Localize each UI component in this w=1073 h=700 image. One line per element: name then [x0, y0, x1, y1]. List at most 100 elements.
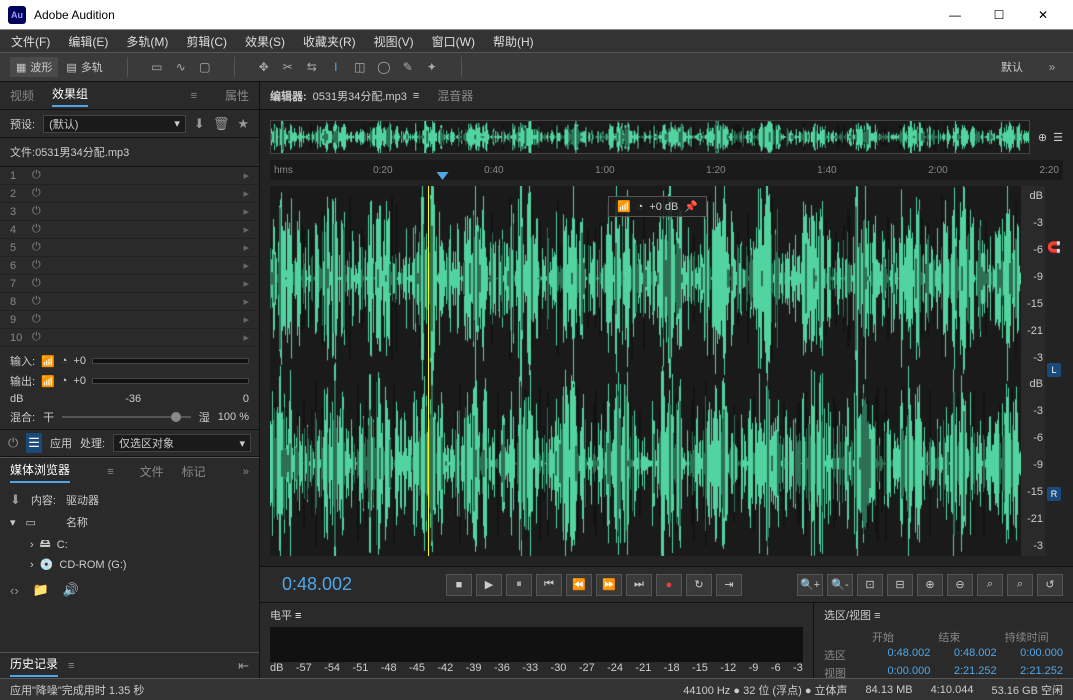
maximize-button[interactable]: ☐: [977, 1, 1021, 29]
channel-r[interactable]: R: [1047, 487, 1061, 501]
power-icon[interactable]: ⏻: [32, 205, 41, 218]
power-icon[interactable]: ⏻: [32, 313, 41, 326]
go-end-button[interactable]: ⏭: [626, 574, 652, 596]
waveform-view-button[interactable]: ▦波形: [10, 57, 58, 77]
menu-edit[interactable]: 编辑(E): [61, 31, 115, 52]
folder-icon[interactable]: 📁: [33, 582, 49, 598]
history-menu-icon[interactable]: ≡: [68, 660, 74, 672]
tab-history[interactable]: 历史记录: [10, 655, 58, 677]
pin-icon[interactable]: 📌: [684, 200, 698, 213]
marquee-tool[interactable]: ◫: [349, 57, 371, 77]
waveform-editor[interactable]: 📶 ◔ +0 dB 📌: [270, 186, 1021, 556]
editor-menu-icon[interactable]: ≡: [413, 90, 419, 102]
sel-dur[interactable]: 0:00.000: [1005, 647, 1063, 663]
zoom-sel-in[interactable]: ⌕: [977, 574, 1003, 596]
expand-icon[interactable]: »: [243, 466, 249, 478]
zoom-list-icon[interactable]: ☰: [1053, 131, 1063, 144]
nav-back-icon[interactable]: ‹›: [10, 583, 19, 598]
tab-editor[interactable]: 编辑器:0531男34分配.mp3≡: [270, 88, 419, 104]
fx-slot[interactable]: 4⏻▸: [0, 221, 259, 239]
overview-waveform[interactable]: [270, 120, 1030, 154]
power-icon[interactable]: ⏻: [32, 241, 41, 254]
fx-slot[interactable]: 1⏻▸: [0, 167, 259, 185]
snap-icon[interactable]: 🧲: [1047, 241, 1061, 254]
fxgroup-menu-icon[interactable]: ≡: [191, 90, 197, 102]
stop-button[interactable]: ■: [446, 574, 472, 596]
tab-files[interactable]: 文件: [140, 463, 164, 480]
tab-media-browser[interactable]: 媒体浏览器: [10, 461, 70, 483]
fx-slot[interactable]: 6⏻▸: [0, 257, 259, 275]
zoom-out-h[interactable]: 🔍-: [827, 574, 853, 596]
brush-tool[interactable]: ✎: [397, 57, 419, 77]
zoom-full[interactable]: ⊡: [857, 574, 883, 596]
lasso-tool[interactable]: ◯: [373, 57, 395, 77]
move-tool[interactable]: ✥: [253, 57, 275, 77]
menu-window[interactable]: 窗口(W): [425, 31, 482, 52]
fx-slot[interactable]: 7⏻▸: [0, 275, 259, 293]
sel-end[interactable]: 0:48.002: [938, 647, 996, 663]
save-preset-icon[interactable]: ⬇: [194, 116, 205, 132]
fx-slot[interactable]: 5⏻▸: [0, 239, 259, 257]
zoom-sel-out[interactable]: ⌕: [1007, 574, 1033, 596]
razor-tool[interactable]: ✂: [277, 57, 299, 77]
play-button[interactable]: ▶: [476, 574, 502, 596]
loop-button[interactable]: ↻: [686, 574, 712, 596]
fx-slot[interactable]: 2⏻▸: [0, 185, 259, 203]
import-icon[interactable]: ⬇: [10, 492, 21, 508]
fx-slot[interactable]: 3⏻▸: [0, 203, 259, 221]
tab-markers[interactable]: 标记: [182, 463, 206, 480]
slip-tool[interactable]: ⇆: [301, 57, 323, 77]
fx-slot[interactable]: 8⏻▸: [0, 293, 259, 311]
sel-start[interactable]: 0:48.002: [872, 647, 930, 663]
spectral-freq-button[interactable]: ▭: [146, 57, 168, 77]
go-start-button[interactable]: ⏮: [536, 574, 562, 596]
fx-slot[interactable]: 10⏻▸: [0, 329, 259, 347]
time-select-tool[interactable]: I: [325, 57, 347, 77]
close-button[interactable]: ✕: [1021, 1, 1065, 29]
power-icon[interactable]: ⏻: [32, 223, 41, 236]
preset-select[interactable]: (默认)▾: [43, 115, 186, 133]
heal-tool[interactable]: ✦: [421, 57, 443, 77]
output-knob[interactable]: ◔: [61, 375, 68, 387]
zoom-sel[interactable]: ⊟: [887, 574, 913, 596]
delete-preset-icon[interactable]: 🗑: [213, 116, 230, 132]
playhead[interactable]: [437, 172, 449, 180]
pause-button[interactable]: ⏸: [506, 574, 532, 596]
menu-clip[interactable]: 剪辑(C): [179, 31, 234, 52]
channel-l[interactable]: L: [1047, 363, 1061, 377]
tab-mixer[interactable]: 混音器: [437, 87, 473, 104]
power-icon[interactable]: ⏻: [32, 331, 41, 344]
tab-fxgroup[interactable]: 效果组: [52, 85, 88, 107]
power-icon[interactable]: ⏻: [32, 259, 41, 272]
timecode[interactable]: 0:48.002: [270, 574, 380, 595]
forward-button[interactable]: ⏩: [596, 574, 622, 596]
menu-view[interactable]: 视图(V): [367, 31, 421, 52]
collapse-icon[interactable]: ⇤: [238, 658, 249, 674]
zoom-nav-icon[interactable]: ⊕: [1038, 131, 1047, 144]
input-knob[interactable]: ◔: [61, 355, 68, 367]
media-menu-icon[interactable]: ≡: [107, 466, 113, 478]
favorite-icon[interactable]: ★: [237, 116, 249, 132]
workspace-select[interactable]: 默认: [995, 57, 1029, 77]
minimize-button[interactable]: —: [933, 1, 977, 29]
rewind-button[interactable]: ⏪: [566, 574, 592, 596]
knob-icon[interactable]: ◔: [637, 201, 644, 213]
tree-row[interactable]: ›💿CD-ROM (G:): [10, 556, 249, 573]
tab-selection[interactable]: 选区/视图 ≡: [824, 607, 1063, 623]
menu-favorites[interactable]: 收藏夹(R): [296, 31, 363, 52]
tab-levels[interactable]: 电平 ≡: [270, 607, 803, 623]
power-icon[interactable]: ⏻: [32, 187, 41, 200]
preview-button[interactable]: ▢: [194, 57, 216, 77]
tab-video[interactable]: 视频: [10, 87, 34, 104]
spectral-pitch-button[interactable]: ∿: [170, 57, 192, 77]
apply-button[interactable]: 应用: [50, 435, 72, 451]
multitrack-view-button[interactable]: ▤多轨: [60, 57, 108, 77]
process-select[interactable]: 仅选区对象▾: [113, 434, 251, 452]
zoom-reset[interactable]: ↺: [1037, 574, 1063, 596]
power-icon[interactable]: ⏻: [32, 169, 41, 182]
more-toolbar[interactable]: »: [1041, 57, 1063, 77]
power-icon[interactable]: ⏻: [32, 295, 41, 308]
power-icon[interactable]: ⏻: [32, 277, 41, 290]
menu-help[interactable]: 帮助(H): [486, 31, 541, 52]
record-button[interactable]: ●: [656, 574, 682, 596]
